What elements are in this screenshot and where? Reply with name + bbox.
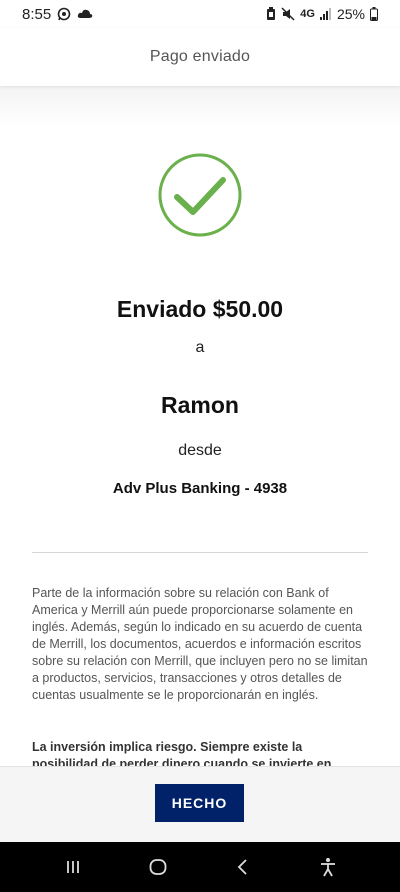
status-right: 4G 25% (266, 6, 378, 22)
sent-amount: Enviado $50.00 (116, 296, 284, 322)
accessibility-icon[interactable] (308, 847, 348, 887)
back-icon[interactable] (223, 847, 263, 887)
signal-icon (319, 8, 332, 20)
to-label: a (195, 339, 205, 356)
network-type: 4G (300, 8, 315, 20)
home-icon[interactable] (138, 847, 178, 887)
whatsapp-icon (57, 7, 71, 21)
battery-saver-icon (266, 7, 276, 21)
divider (32, 552, 368, 553)
page-title: Pago enviado (149, 48, 251, 65)
app-header: Pago enviado (0, 28, 400, 86)
battery-icon (370, 7, 378, 21)
cloud-icon (77, 8, 93, 20)
status-left: 8:55 (22, 6, 93, 23)
language-disclaimer: Parte de la información sobre su relació… (32, 586, 368, 702)
from-label: desde (178, 442, 222, 459)
system-nav-bar (0, 842, 400, 892)
recents-icon[interactable] (53, 847, 93, 887)
recipient-name: Ramon (161, 392, 239, 418)
success-check-icon (157, 152, 243, 238)
battery-percent: 25% (336, 6, 365, 22)
done-button[interactable]: HECHO (155, 784, 244, 822)
investment-risk-notice: La inversión implica riesgo. Siempre exi… (32, 740, 332, 766)
footer: HECHO (0, 766, 400, 842)
confirmation-content[interactable]: Enviado $50.00 a Ramon desde Adv Plus Ba… (0, 86, 400, 766)
status-bar: 8:55 4G 25% (0, 0, 400, 28)
mute-icon (281, 7, 295, 21)
status-time: 8:55 (22, 5, 52, 23)
source-account: Adv Plus Banking - 4938 (112, 480, 288, 497)
